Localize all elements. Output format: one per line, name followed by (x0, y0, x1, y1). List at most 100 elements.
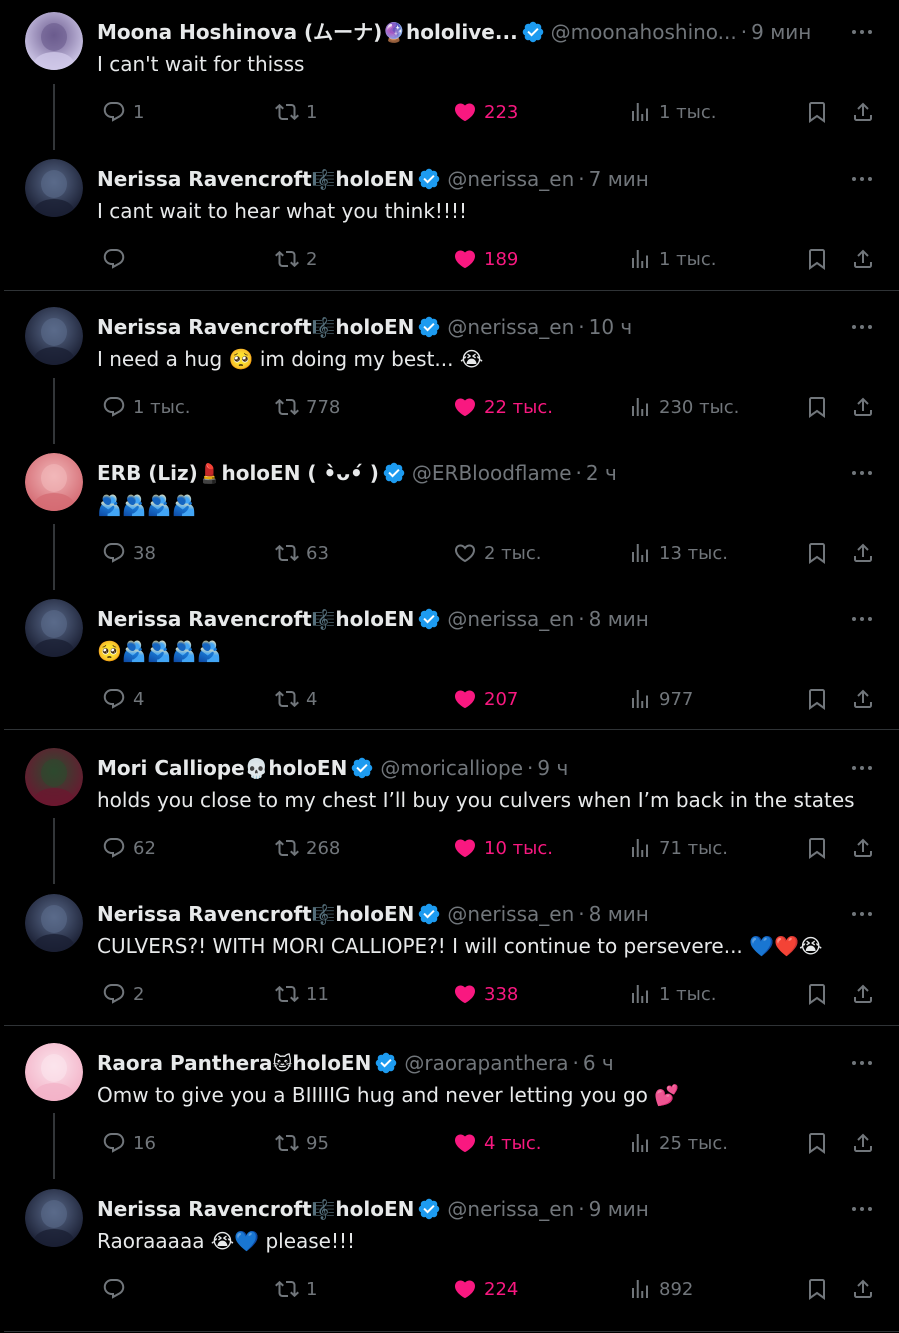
bookmark-button[interactable] (805, 538, 836, 568)
display-name[interactable]: Mori Calliope (97, 756, 245, 780)
handle[interactable]: @ERBloodflame (412, 461, 572, 485)
repost-button[interactable]: 1 (275, 1274, 317, 1304)
repost-button[interactable]: 63 (275, 538, 329, 568)
more-icon[interactable] (849, 313, 875, 341)
more-icon[interactable] (849, 165, 875, 193)
reply-button[interactable] (102, 1274, 133, 1304)
bookmark-button[interactable] (805, 1128, 836, 1158)
more-icon[interactable] (849, 1049, 875, 1077)
timestamp[interactable]: 9 мин (751, 20, 811, 44)
timestamp[interactable]: 2 ч (586, 461, 617, 485)
timestamp[interactable]: 10 ч (589, 315, 633, 339)
reply-button[interactable]: 16 (102, 1128, 156, 1158)
share-button[interactable] (851, 538, 882, 568)
reply-button[interactable] (102, 244, 133, 274)
handle[interactable]: @nerissa_en (447, 902, 574, 926)
like-button[interactable]: 338 (453, 979, 518, 1009)
reply-button[interactable]: 2 (102, 979, 144, 1009)
like-button[interactable]: 22 тыс. (453, 392, 553, 422)
share-button[interactable] (851, 1128, 882, 1158)
avatar[interactable] (25, 599, 83, 657)
handle[interactable]: @nerissa_en (447, 315, 574, 339)
share-button[interactable] (851, 684, 882, 714)
display-name[interactable]: Moona Hoshinova (ムーナ) (97, 20, 382, 44)
handle[interactable]: @raorapanthera (404, 1051, 568, 1075)
like-button[interactable]: 207 (453, 684, 518, 714)
display-name-suffix[interactable]: hololive... (406, 20, 518, 44)
views-button[interactable]: 1 тыс. (628, 244, 717, 274)
display-name-suffix[interactable]: holoEN ( •̀ᴗ•́ ) (221, 461, 378, 485)
views-button[interactable]: 892 (628, 1274, 693, 1304)
bookmark-button[interactable] (805, 1274, 836, 1304)
bookmark-button[interactable] (805, 244, 836, 274)
avatar[interactable] (25, 159, 83, 217)
timestamp[interactable]: 8 мин (589, 902, 649, 926)
more-icon[interactable] (849, 605, 875, 633)
share-button[interactable] (851, 833, 882, 863)
bookmark-button[interactable] (805, 392, 836, 422)
more-icon[interactable] (849, 459, 875, 487)
display-name-suffix[interactable]: holoEN (268, 756, 347, 780)
views-button[interactable]: 230 тыс. (628, 392, 739, 422)
views-button[interactable]: 71 тыс. (628, 833, 728, 863)
display-name[interactable]: Nerissa Ravencroft (97, 315, 312, 339)
timestamp[interactable]: 7 мин (589, 167, 649, 191)
timestamp[interactable]: 9 мин (589, 1197, 649, 1221)
reply-button[interactable]: 1 тыс. (102, 392, 191, 422)
views-button[interactable]: 13 тыс. (628, 538, 728, 568)
display-name[interactable]: Raora Panthera (97, 1051, 273, 1075)
more-icon[interactable] (849, 900, 875, 928)
views-button[interactable]: 1 тыс. (628, 979, 717, 1009)
views-button[interactable]: 977 (628, 684, 693, 714)
display-name-suffix[interactable]: holoEN (335, 902, 414, 926)
share-button[interactable] (851, 97, 882, 127)
share-button[interactable] (851, 979, 882, 1009)
repost-button[interactable]: 2 (275, 244, 317, 274)
like-button[interactable]: 10 тыс. (453, 833, 553, 863)
reply-button[interactable]: 4 (102, 684, 144, 714)
timestamp[interactable]: 8 мин (589, 607, 649, 631)
display-name-suffix[interactable]: holoEN (335, 315, 414, 339)
bookmark-button[interactable] (805, 979, 836, 1009)
avatar[interactable] (25, 307, 83, 365)
timestamp[interactable]: 9 ч (537, 756, 568, 780)
repost-button[interactable]: 4 (275, 684, 317, 714)
like-button[interactable]: 4 тыс. (453, 1128, 542, 1158)
bookmark-button[interactable] (805, 684, 836, 714)
more-icon[interactable] (849, 18, 875, 46)
display-name[interactable]: ERB (Liz) (97, 461, 198, 485)
display-name[interactable]: Nerissa Ravencroft (97, 607, 312, 631)
like-button[interactable]: 224 (453, 1274, 518, 1304)
handle[interactable]: @nerissa_en (447, 1197, 574, 1221)
avatar[interactable] (25, 453, 83, 511)
avatar[interactable] (25, 1043, 83, 1101)
avatar[interactable] (25, 12, 83, 70)
views-button[interactable]: 25 тыс. (628, 1128, 728, 1158)
avatar[interactable] (25, 748, 83, 806)
handle[interactable]: @nerissa_en (447, 167, 574, 191)
display-name[interactable]: Nerissa Ravencroft (97, 1197, 312, 1221)
share-button[interactable] (851, 392, 882, 422)
reply-button[interactable]: 1 (102, 97, 144, 127)
timestamp[interactable]: 6 ч (583, 1051, 614, 1075)
repost-button[interactable]: 268 (275, 833, 340, 863)
views-button[interactable]: 1 тыс. (628, 97, 717, 127)
display-name-suffix[interactable]: holoEN (335, 167, 414, 191)
bookmark-button[interactable] (805, 97, 836, 127)
repost-button[interactable]: 11 (275, 979, 329, 1009)
reply-button[interactable]: 62 (102, 833, 156, 863)
share-button[interactable] (851, 1274, 882, 1304)
display-name-suffix[interactable]: holoEN (292, 1051, 371, 1075)
handle[interactable]: @moonahoshino... (551, 20, 737, 44)
avatar[interactable] (25, 894, 83, 952)
like-button[interactable]: 189 (453, 244, 518, 274)
like-button[interactable]: 2 тыс. (453, 538, 542, 568)
display-name-suffix[interactable]: holoEN (335, 1197, 414, 1221)
avatar[interactable] (25, 1189, 83, 1247)
reply-button[interactable]: 38 (102, 538, 156, 568)
more-icon[interactable] (849, 1195, 875, 1223)
more-icon[interactable] (849, 754, 875, 782)
display-name-suffix[interactable]: holoEN (335, 607, 414, 631)
bookmark-button[interactable] (805, 833, 836, 863)
share-button[interactable] (851, 244, 882, 274)
